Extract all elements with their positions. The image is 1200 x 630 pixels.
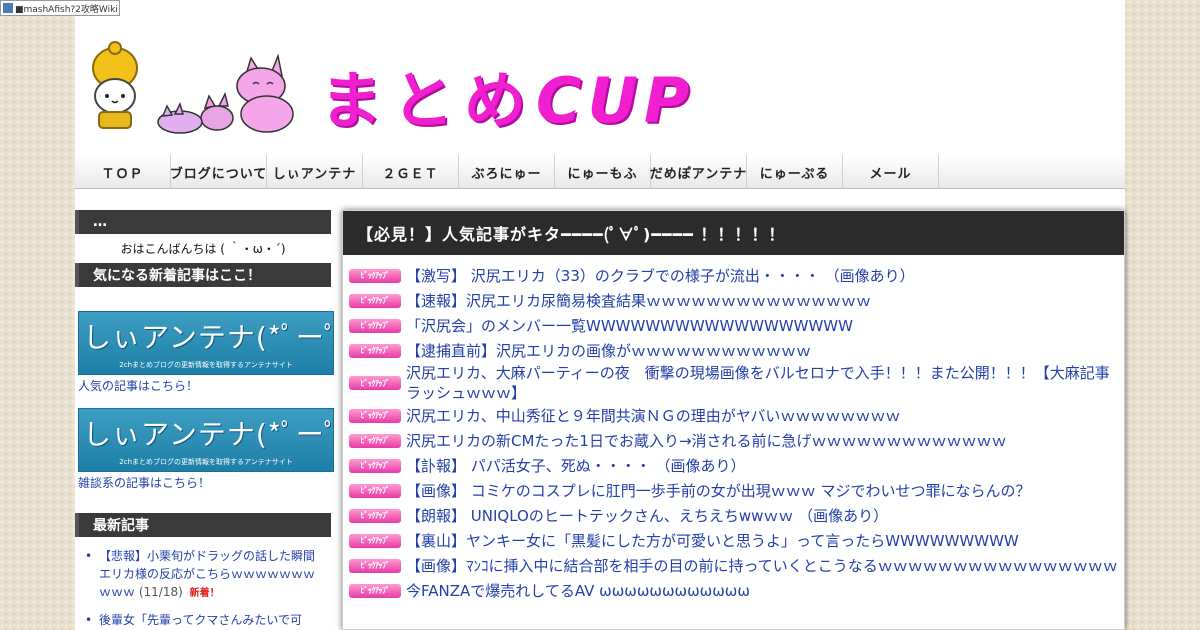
article-link[interactable]: 【訃報】 パパ活女子、死ぬ・・・・ （画像あり） (406, 456, 746, 476)
article-link[interactable]: 【激写】 沢尻エリカ（33）のクラブでの様子が流出・・・・ （画像あり） (406, 266, 915, 286)
article-link[interactable]: 【朗報】 UNIQLOのヒートテックさん、えちえちwwｗｗ （画像あり） (406, 506, 888, 526)
nav-mail[interactable]: メール (843, 155, 939, 189)
nav-2get[interactable]: ２ＧＥＴ (363, 155, 459, 189)
main-nav: ＴＯＰ ブログについて しぃアンテナ ２ＧＥＴ ぶろにゅー にゅーもふ だめぽア… (75, 155, 1125, 189)
wiki-icon (3, 3, 13, 13)
nav-top[interactable]: ＴＯＰ (75, 155, 171, 189)
popular-articles-box: 【必見！】人気記事がキタ━━━━(ﾟ∀ﾟ)━━━━ ！！！！！ ﾋﾟｯｸｱｯﾌﾟ… (342, 210, 1125, 630)
new-badge: 新着！ (189, 588, 220, 599)
recent-article-item[interactable]: 後輩女「先輩ってクマさんみたいで可 (75, 609, 331, 630)
article-link[interactable]: 【裏山】ヤンキー女に「黒髪にした方が可愛いと思うよ」って言ったらWWWWWWWW… (406, 531, 1019, 551)
recent-article-title: 後輩女「先輩ってクマさんみたいで可 (99, 613, 303, 627)
article-row[interactable]: ﾋﾟｯｸｱｯﾌﾟ 沢尻エリカ、大麻パーティーの夜 衝撃の現場画像をバルセロナで入手… (349, 363, 1124, 403)
pickup-badge: ﾋﾟｯｸｱｯﾌﾟ (349, 293, 401, 308)
nav-nyupuru[interactable]: にゅーぷる (747, 155, 843, 189)
recent-articles-title: 最新記事 (75, 513, 331, 537)
mascot-logo-image[interactable] (85, 38, 295, 138)
article-row[interactable]: ﾋﾟｯｸｱｯﾌﾟ 沢尻エリカ、中山秀征と９年間共演ＮＧの理由がヤバいｗｗｗｗｗｗｗ… (349, 403, 1124, 428)
nav-buronyu[interactable]: ぶろにゅー (459, 155, 555, 189)
pickup-badge: ﾋﾟｯｸｱｯﾌﾟ (349, 583, 401, 598)
banner-subtitle: 2chまとめブログの更新情報を取得するアンテナサイト (119, 458, 293, 466)
pickup-badge: ﾋﾟｯｸｱｯﾌﾟ (349, 558, 401, 573)
recent-articles-list: 【悲報】小栗旬がドラッグの話した瞬間エリカ様の反応がこちらｗｗｗｗｗｗｗｗｗｗ … (75, 545, 331, 630)
article-row[interactable]: ﾋﾟｯｸｱｯﾌﾟ 【画像】ﾏﾝｺに挿入中に結合部を相手の目の前に持っていくとこうな… (349, 553, 1124, 578)
article-link[interactable]: 【画像】 コミケのコスプレに肛門一歩手前の女が出現ｗｗｗ マジでわいせつ罪になら… (406, 481, 1031, 501)
ribbon-label: ■mashAfish?2攻略Wiki (15, 4, 118, 15)
article-link[interactable]: 「沢尻会」のメンバー一覧WWWWWWWWWWWWWWWWWW (406, 316, 853, 336)
nav-nyumofu[interactable]: にゅーもふ (555, 155, 651, 189)
banner-title: しぃアンテナ(*ﾟーﾟ) (83, 321, 334, 354)
article-link[interactable]: 沢尻エリカの新CMたった1日でお蔵入り→消される前に急げｗｗｗｗｗｗｗｗｗｗｗｗ… (406, 431, 1007, 451)
article-row[interactable]: ﾋﾟｯｸｱｯﾌﾟ 【画像】 コミケのコスプレに肛門一歩手前の女が出現ｗｗｗ マジで… (349, 478, 1124, 503)
logo-latin: CUP (536, 64, 696, 137)
article-link[interactable]: 沢尻エリカ、大麻パーティーの夜 衝撃の現場画像をバルセロナで入手！！！また公開！… (406, 363, 1118, 403)
article-link[interactable]: 今FANZAで爆売れしてるAV ωωωωωωωωωωωω (406, 581, 750, 601)
banner-title: しぃアンテナ(*ﾟーﾟ) (83, 418, 334, 451)
sidebar-new-articles-title: 気になる新着記事はここ！ (75, 263, 331, 287)
pickup-badge: ﾋﾟｯｸｱｯﾌﾟ (349, 458, 401, 473)
nav-damepo-antenna[interactable]: だめぽアンテナ (650, 155, 747, 189)
popular-articles-link[interactable]: 人気の記事はこちら！ (75, 375, 331, 396)
article-row[interactable]: ﾋﾟｯｸｱｯﾌﾟ 【朗報】 UNIQLOのヒートテックさん、えちえちwwｗｗ （画… (349, 503, 1124, 528)
shii-antenna-banner-2[interactable]: しぃアンテナ(*ﾟーﾟ) 2chまとめブログの更新情報を取得するアンテナサイト (78, 408, 334, 472)
article-link[interactable]: 【逮捕直前】沢尻エリカの画像がｗｗｗｗｗｗｗｗｗｗｗｗ (406, 341, 811, 361)
sidebar-box-title: … (75, 210, 331, 234)
pickup-badge: ﾋﾟｯｸｱｯﾌﾟ (349, 318, 401, 333)
site-logo-text[interactable]: まとめCUP (320, 50, 695, 140)
article-row[interactable]: ﾋﾟｯｸｱｯﾌﾟ 【逮捕直前】沢尻エリカの画像がｗｗｗｗｗｗｗｗｗｗｗｗ (349, 338, 1124, 363)
sidebar: … おはこんばんちは ( ｀・ω・´) 気になる新着記事はここ！ しぃアンテナ(… (75, 210, 334, 630)
pickup-badge: ﾋﾟｯｸｱｯﾌﾟ (349, 508, 401, 523)
chat-articles-link[interactable]: 雑談系の記事はこちら！ (75, 472, 331, 493)
page: まとめCUP ＴＯＰ ブログについて しぃアンテナ ２ＧＥＴ ぶろにゅー にゅー… (75, 0, 1125, 630)
top-left-ribbon[interactable]: ■mashAfish?2攻略Wiki (0, 0, 120, 16)
logo-ja: まとめ (320, 64, 537, 137)
article-row[interactable]: ﾋﾟｯｸｱｯﾌﾟ 【裏山】ヤンキー女に「黒髪にした方が可愛いと思うよ」って言ったら… (349, 528, 1124, 553)
greeting-text: おはこんばんちは ( ｀・ω・´) (120, 242, 286, 256)
article-row[interactable]: ﾋﾟｯｸｱｯﾌﾟ 【激写】 沢尻エリカ（33）のクラブでの様子が流出・・・・ （画… (349, 263, 1124, 288)
article-row[interactable]: ﾋﾟｯｸｱｯﾌﾟ 今FANZAで爆売れしてるAV ωωωωωωωωωωωω (349, 578, 1124, 603)
pickup-badge: ﾋﾟｯｸｱｯﾌﾟ (349, 433, 401, 448)
article-link[interactable]: 【速報】沢尻エリカ尿簡易検査結果ｗｗｗｗｗｗｗｗｗｗｗｗｗｗｗ (406, 291, 871, 311)
article-row[interactable]: ﾋﾟｯｸｱｯﾌﾟ 沢尻エリカの新CMたった1日でお蔵入り→消される前に急げｗｗｗｗ… (349, 428, 1124, 453)
pickup-badge: ﾋﾟｯｸｱｯﾌﾟ (349, 483, 401, 498)
article-row[interactable]: ﾋﾟｯｸｱｯﾌﾟ 【速報】沢尻エリカ尿簡易検査結果ｗｗｗｗｗｗｗｗｗｗｗｗｗｗｗ (349, 288, 1124, 313)
pickup-badge: ﾋﾟｯｸｱｯﾌﾟ (349, 408, 401, 423)
article-link[interactable]: 【画像】ﾏﾝｺに挿入中に結合部を相手の目の前に持っていくとこうなるｗｗｗｗｗｗｗ… (406, 556, 1118, 576)
popular-articles-heading: 【必見！】人気記事がキタ━━━━(ﾟ∀ﾟ)━━━━ ！！！！！ (343, 211, 1124, 255)
recent-article-date: (11/18) (138, 585, 183, 599)
pickup-badge: ﾋﾟｯｸｱｯﾌﾟ (349, 533, 401, 548)
article-list: ﾋﾟｯｸｱｯﾌﾟ 【激写】 沢尻エリカ（33）のクラブでの様子が流出・・・・ （画… (343, 255, 1124, 603)
recent-article-item[interactable]: 【悲報】小栗旬がドラッグの話した瞬間エリカ様の反応がこちらｗｗｗｗｗｗｗｗｗｗ … (75, 545, 331, 609)
shii-antenna-banner-1[interactable]: しぃアンテナ(*ﾟーﾟ) 2chまとめブログの更新情報を取得するアンテナサイト (78, 311, 334, 375)
article-link[interactable]: 沢尻エリカ、中山秀征と９年間共演ＮＧの理由がヤバいｗｗｗｗｗｗｗｗ (406, 406, 900, 426)
nav-shii-antenna[interactable]: しぃアンテナ (267, 155, 363, 189)
pickup-badge: ﾋﾟｯｸｱｯﾌﾟ (349, 376, 401, 390)
article-row[interactable]: ﾋﾟｯｸｱｯﾌﾟ 「沢尻会」のメンバー一覧WWWWWWWWWWWWWWWWWW (349, 313, 1124, 338)
nav-about-blog[interactable]: ブログについて (170, 155, 267, 189)
site-header: まとめCUP (75, 0, 1125, 155)
pickup-badge: ﾋﾟｯｸｱｯﾌﾟ (349, 343, 401, 358)
pickup-badge: ﾋﾟｯｸｱｯﾌﾟ (349, 268, 401, 283)
banner-subtitle: 2chまとめブログの更新情報を取得するアンテナサイト (119, 361, 293, 369)
article-row[interactable]: ﾋﾟｯｸｱｯﾌﾟ 【訃報】 パパ活女子、死ぬ・・・・ （画像あり） (349, 453, 1124, 478)
